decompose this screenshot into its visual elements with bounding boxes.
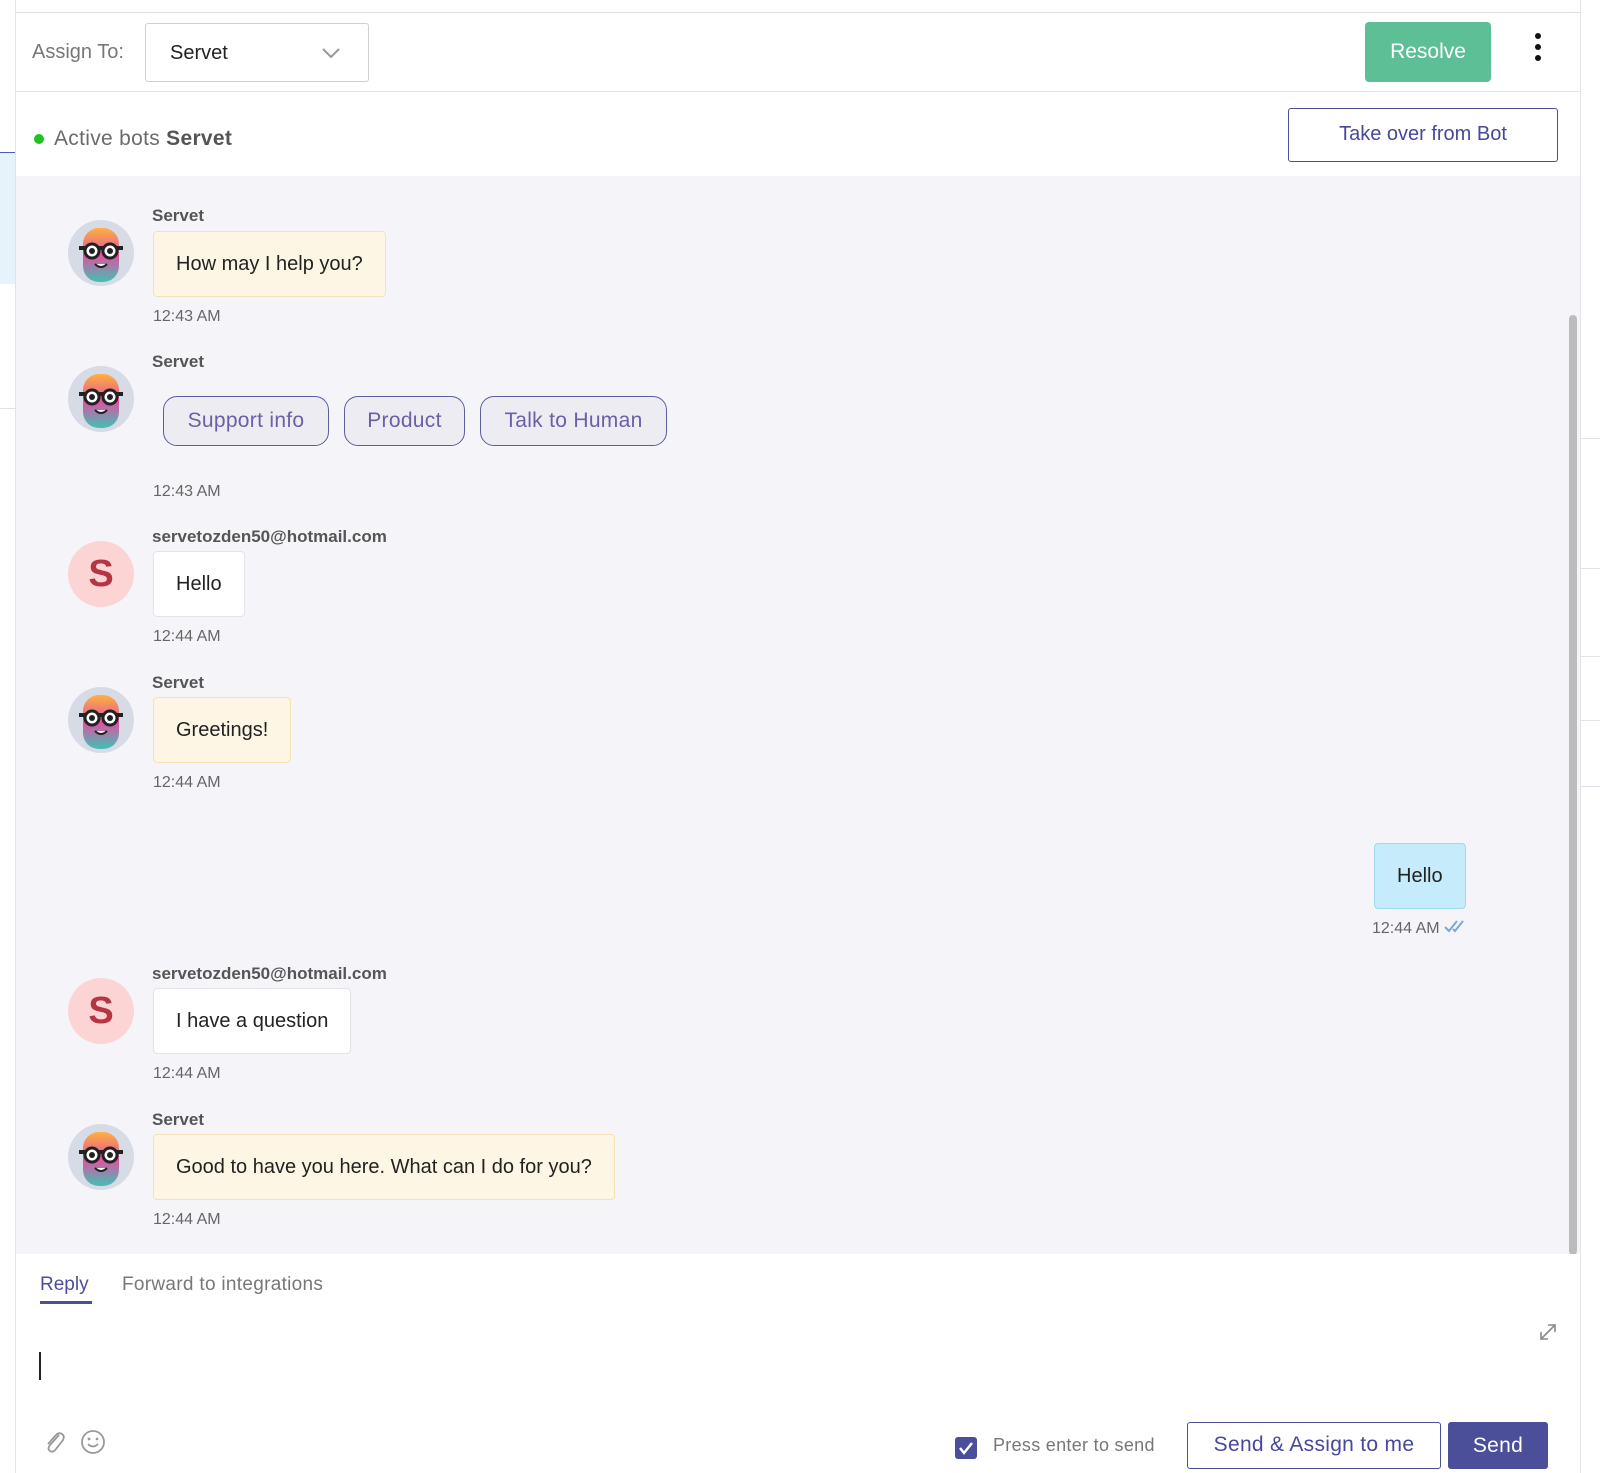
assignee-value: Servet (170, 42, 228, 64)
message-sender: Servet (152, 206, 204, 225)
tab-forward-to-integrations[interactable]: Forward to integrations (122, 1274, 323, 1296)
divider (1581, 786, 1600, 787)
more-options-icon[interactable] (1532, 33, 1544, 69)
user-avatar: S (68, 978, 134, 1044)
message-sender: servetozden50@hotmail.com (152, 527, 387, 546)
selected-conversation-edge[interactable] (0, 152, 15, 284)
bot-avatar (68, 687, 134, 753)
quick-reply-product[interactable]: Product (344, 396, 465, 446)
message-sender: Servet (152, 1110, 204, 1129)
tab-reply[interactable]: Reply (40, 1274, 89, 1296)
assign-to-label: Assign To: (32, 41, 124, 63)
divider (1581, 438, 1600, 439)
divider (1581, 568, 1600, 569)
press-enter-checkbox[interactable] (955, 1437, 977, 1459)
checkmark-icon (959, 1442, 973, 1455)
bot-message-bubble: Good to have you here. What can I do for… (153, 1134, 615, 1200)
take-over-from-bot-button[interactable]: Take over from Bot (1288, 108, 1558, 162)
message-input[interactable] (39, 1352, 41, 1380)
read-receipt-icon (1444, 920, 1464, 933)
attachment-icon[interactable] (42, 1429, 66, 1455)
user-message-bubble: Hello (153, 551, 245, 617)
bot-face-icon (79, 1132, 123, 1186)
expand-icon[interactable] (1537, 1321, 1559, 1343)
press-enter-label: Press enter to send (993, 1435, 1155, 1455)
message-time: 12:44 AM (153, 1211, 221, 1228)
message-sender: Servet (152, 673, 204, 692)
bot-avatar (68, 1124, 134, 1190)
bot-message-bubble: Greetings! (153, 697, 292, 763)
bot-message-bubble: How may I help you? (153, 231, 386, 297)
message-time: 12:44 AM (153, 628, 221, 645)
assignee-select[interactable]: Servet (145, 23, 369, 82)
divider (0, 408, 15, 409)
bot-avatar (68, 220, 134, 286)
divider (1581, 656, 1600, 657)
bot-face-icon (79, 228, 123, 282)
chevron-down-icon (322, 48, 340, 59)
assign-bar: Assign To: Servet Resolve (16, 13, 1580, 92)
active-tab-indicator (40, 1301, 92, 1304)
agent-message-bubble: Hello (1374, 843, 1466, 909)
quick-reply-talk-to-human[interactable]: Talk to Human (480, 396, 667, 446)
conversation-list-edge (0, 0, 16, 1473)
message-time: 12:44 AM (153, 774, 221, 791)
send-and-assign-button[interactable]: Send & Assign to me (1187, 1422, 1441, 1469)
active-bot-name: Servet (166, 127, 233, 150)
details-panel-edge (1580, 0, 1600, 1473)
bot-avatar (68, 366, 134, 432)
thread-scrollbar[interactable] (1569, 315, 1577, 1254)
bot-face-icon (79, 695, 123, 749)
send-button[interactable]: Send (1448, 1422, 1548, 1469)
message-sender: servetozden50@hotmail.com (152, 964, 387, 983)
conversation-panel: Assign To: Servet Resolve Active bots Se… (16, 13, 1580, 1473)
message-time: 12:43 AM (153, 483, 221, 500)
resolve-button[interactable]: Resolve (1365, 22, 1491, 82)
message-time: 12:44 AM (1372, 920, 1440, 937)
quick-reply-support-info[interactable]: Support info (163, 396, 329, 446)
message-time: 12:43 AM (153, 308, 221, 325)
user-avatar: S (68, 541, 134, 607)
divider (1581, 720, 1600, 721)
message-sender: Servet (152, 352, 204, 371)
message-time: 12:44 AM (153, 1065, 221, 1082)
reply-composer: Reply Forward to integrations Press ente… (24, 1254, 1572, 1473)
user-message-bubble: I have a question (153, 988, 352, 1054)
bot-face-icon (79, 374, 123, 428)
active-bots-text: Active bots Servet (54, 127, 233, 150)
bot-status-dot (34, 134, 44, 144)
emoji-icon[interactable] (80, 1429, 106, 1455)
message-thread[interactable]: Servet How may I help you? 12:43 AM Serv… (16, 176, 1580, 1254)
